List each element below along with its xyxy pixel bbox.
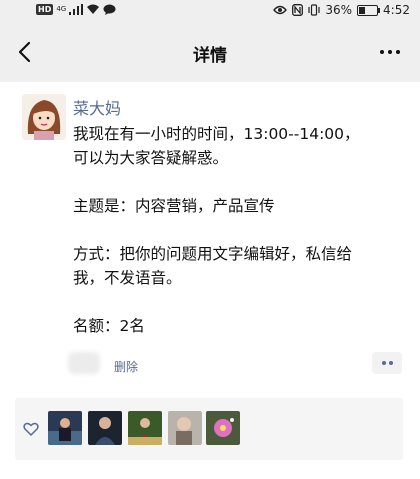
like-avatar[interactable] bbox=[206, 411, 240, 445]
avatar-illustration bbox=[22, 94, 66, 140]
signal-icon bbox=[69, 4, 84, 15]
comment-button[interactable] bbox=[372, 352, 402, 374]
post-time-blurred bbox=[68, 352, 100, 374]
battery-fill bbox=[359, 6, 366, 14]
status-left: HD 4G bbox=[36, 4, 116, 15]
message-icon bbox=[103, 4, 116, 15]
hd-badge: HD bbox=[36, 4, 54, 15]
likes-box bbox=[15, 398, 403, 460]
eye-icon bbox=[273, 5, 288, 15]
post-content: 我现在有一小时的时间，13:00--14:00， 可以为大家答疑解惑。 主题是：… bbox=[73, 125, 360, 335]
battery-percent: 36% bbox=[325, 3, 353, 17]
like-avatar[interactable] bbox=[168, 411, 202, 445]
nav-bar: 详情 bbox=[0, 24, 420, 82]
page-title: 详情 bbox=[193, 46, 227, 66]
wifi-icon bbox=[87, 4, 100, 14]
vibrate-icon bbox=[308, 4, 320, 16]
status-bar: HD 4G 36% 4:52 bbox=[0, 0, 420, 24]
network-type: 4G bbox=[56, 5, 67, 13]
like-avatar[interactable] bbox=[48, 411, 82, 445]
heart-outline-icon bbox=[23, 422, 39, 436]
like-avatar[interactable] bbox=[128, 411, 162, 445]
username[interactable]: 菜大妈 bbox=[73, 95, 121, 119]
avatar[interactable] bbox=[22, 94, 66, 140]
battery-icon bbox=[357, 4, 381, 16]
delete-link[interactable]: 删除 bbox=[114, 358, 138, 375]
clock: 4:52 bbox=[383, 3, 410, 17]
like-avatar[interactable] bbox=[88, 411, 122, 445]
more-icon[interactable] bbox=[380, 50, 400, 54]
status-right: 36% 4:52 bbox=[273, 3, 410, 17]
nfc-icon bbox=[292, 4, 304, 16]
